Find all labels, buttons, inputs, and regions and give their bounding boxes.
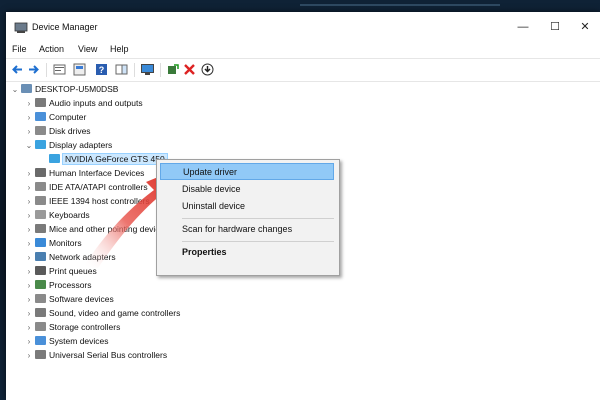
chevron-right-icon[interactable]: › <box>24 167 34 181</box>
chevron-right-icon[interactable]: › <box>24 237 34 251</box>
ieee1394-icon <box>35 196 46 205</box>
network-adapter-icon <box>35 252 46 261</box>
chevron-right-icon[interactable]: › <box>24 349 34 363</box>
tree-item-system[interactable]: › System devices <box>24 334 109 348</box>
scan-hardware-menu-item[interactable]: Scan for hardware changes <box>160 221 334 238</box>
chevron-right-icon[interactable]: › <box>24 335 34 349</box>
tree-item-label: Storage controllers <box>49 322 121 332</box>
tree-item-label: Sound, video and game controllers <box>49 308 181 318</box>
tree-item-label: Disk drives <box>49 126 91 136</box>
tree-item-processors[interactable]: › Processors <box>24 278 92 292</box>
device-manager-window: Device Manager — ☐ ✕ File Action View He… <box>6 12 600 400</box>
enable-device-icon[interactable] <box>166 62 181 77</box>
svg-text:?: ? <box>99 65 105 75</box>
chevron-right-icon[interactable]: › <box>24 97 34 111</box>
menu-bar: File Action View Help <box>6 42 600 58</box>
tree-item-label: Universal Serial Bus controllers <box>49 350 168 360</box>
menu-help[interactable]: Help <box>110 44 129 54</box>
chevron-right-icon[interactable]: › <box>24 279 34 293</box>
toolbar-separator <box>46 63 47 77</box>
tree-item-display-adapters[interactable]: ⌄ Display adapters <box>24 138 112 152</box>
chevron-right-icon[interactable]: › <box>24 195 34 209</box>
update-driver-icon[interactable] <box>200 62 215 77</box>
chevron-right-icon[interactable]: › <box>24 209 34 223</box>
tree-item-usb[interactable]: › Universal Serial Bus controllers <box>24 348 167 362</box>
tree-item-label: System devices <box>49 336 109 346</box>
tree-item-label: Computer <box>49 112 87 122</box>
processor-icon <box>35 280 46 289</box>
minimize-button[interactable]: — <box>510 18 536 36</box>
computer-icon <box>35 112 46 121</box>
tree-item-label: Display adapters <box>49 140 113 150</box>
software-device-icon <box>35 294 46 303</box>
close-button[interactable]: ✕ <box>572 18 598 36</box>
tree-item-label: Audio inputs and outputs <box>49 98 143 108</box>
tree-item-label: Processors <box>49 280 92 290</box>
monitor-icon <box>35 238 46 247</box>
speaker-icon <box>35 98 46 107</box>
title-bar[interactable]: Device Manager — ☐ ✕ <box>6 12 600 42</box>
uninstall-device-menu-item[interactable]: Uninstall device <box>160 198 334 215</box>
toolbar-separator <box>160 63 161 77</box>
chevron-down-icon[interactable]: ⌄ <box>10 83 20 97</box>
tree-item-computer[interactable]: › Computer <box>24 110 86 124</box>
properties-icon[interactable] <box>52 62 67 77</box>
forward-arrow-icon[interactable] <box>26 62 41 77</box>
keyboard-icon <box>35 210 46 219</box>
menu-separator <box>182 218 334 219</box>
tree-item-disk-drives[interactable]: › Disk drives <box>24 124 91 138</box>
ide-controller-icon <box>35 182 46 191</box>
tree-root[interactable]: ⌄ DESKTOP-U5M0DSB <box>10 82 118 96</box>
update-driver-menu-item[interactable]: Update driver <box>160 163 334 180</box>
chevron-right-icon[interactable]: › <box>24 223 34 237</box>
maximize-button[interactable]: ☐ <box>542 18 568 36</box>
toolbar: ? <box>6 58 600 82</box>
chevron-right-icon[interactable]: › <box>24 307 34 321</box>
menu-file[interactable]: File <box>12 44 27 54</box>
chevron-right-icon[interactable]: › <box>24 181 34 195</box>
help-icon[interactable]: ? <box>94 62 109 77</box>
back-arrow-icon[interactable] <box>10 62 25 77</box>
display-adapter-icon <box>49 154 60 163</box>
display-adapter-icon <box>35 140 46 149</box>
menu-separator <box>182 241 334 242</box>
menu-action[interactable]: Action <box>39 44 64 54</box>
tree-item-storage[interactable]: › Storage controllers <box>24 320 120 334</box>
hid-icon <box>35 168 46 177</box>
chevron-right-icon[interactable]: › <box>24 125 34 139</box>
toolbar-separator <box>134 63 135 77</box>
device-manager-app-icon <box>14 22 28 34</box>
system-device-icon <box>35 336 46 345</box>
printer-icon <box>35 266 46 275</box>
speaker-icon <box>35 308 46 317</box>
computer-icon <box>21 84 32 93</box>
window-title: Device Manager <box>32 22 98 32</box>
tree-item-monitors[interactable]: › Monitors <box>24 236 82 250</box>
usb-icon <box>35 350 46 359</box>
mouse-icon <box>35 224 46 233</box>
tree-root-label: DESKTOP-U5M0DSB <box>35 84 119 94</box>
chevron-right-icon[interactable]: › <box>24 251 34 265</box>
chevron-right-icon[interactable]: › <box>24 293 34 307</box>
action-pane-icon[interactable] <box>114 62 129 77</box>
storage-icon <box>35 322 46 331</box>
disk-icon <box>35 126 46 135</box>
chevron-right-icon[interactable]: › <box>24 111 34 125</box>
uninstall-x-icon[interactable] <box>182 62 197 77</box>
tree-item-software-devices[interactable]: › Software devices <box>24 292 114 306</box>
tree-item-label: Software devices <box>49 294 114 304</box>
tree-item-audio[interactable]: › Audio inputs and outputs <box>24 96 143 110</box>
menu-view[interactable]: View <box>78 44 97 54</box>
properties-menu-item[interactable]: Properties <box>160 244 334 261</box>
chevron-down-icon[interactable]: ⌄ <box>24 139 34 153</box>
chevron-right-icon[interactable]: › <box>24 321 34 335</box>
desktop-streak <box>300 4 500 6</box>
context-menu: Update driver Disable device Uninstall d… <box>156 159 340 276</box>
show-hidden-icon[interactable] <box>72 62 87 77</box>
disable-device-menu-item[interactable]: Disable device <box>160 181 334 198</box>
monitor-icon[interactable] <box>140 62 155 77</box>
tree-item-sound[interactable]: › Sound, video and game controllers <box>24 306 180 320</box>
chevron-right-icon[interactable]: › <box>24 265 34 279</box>
